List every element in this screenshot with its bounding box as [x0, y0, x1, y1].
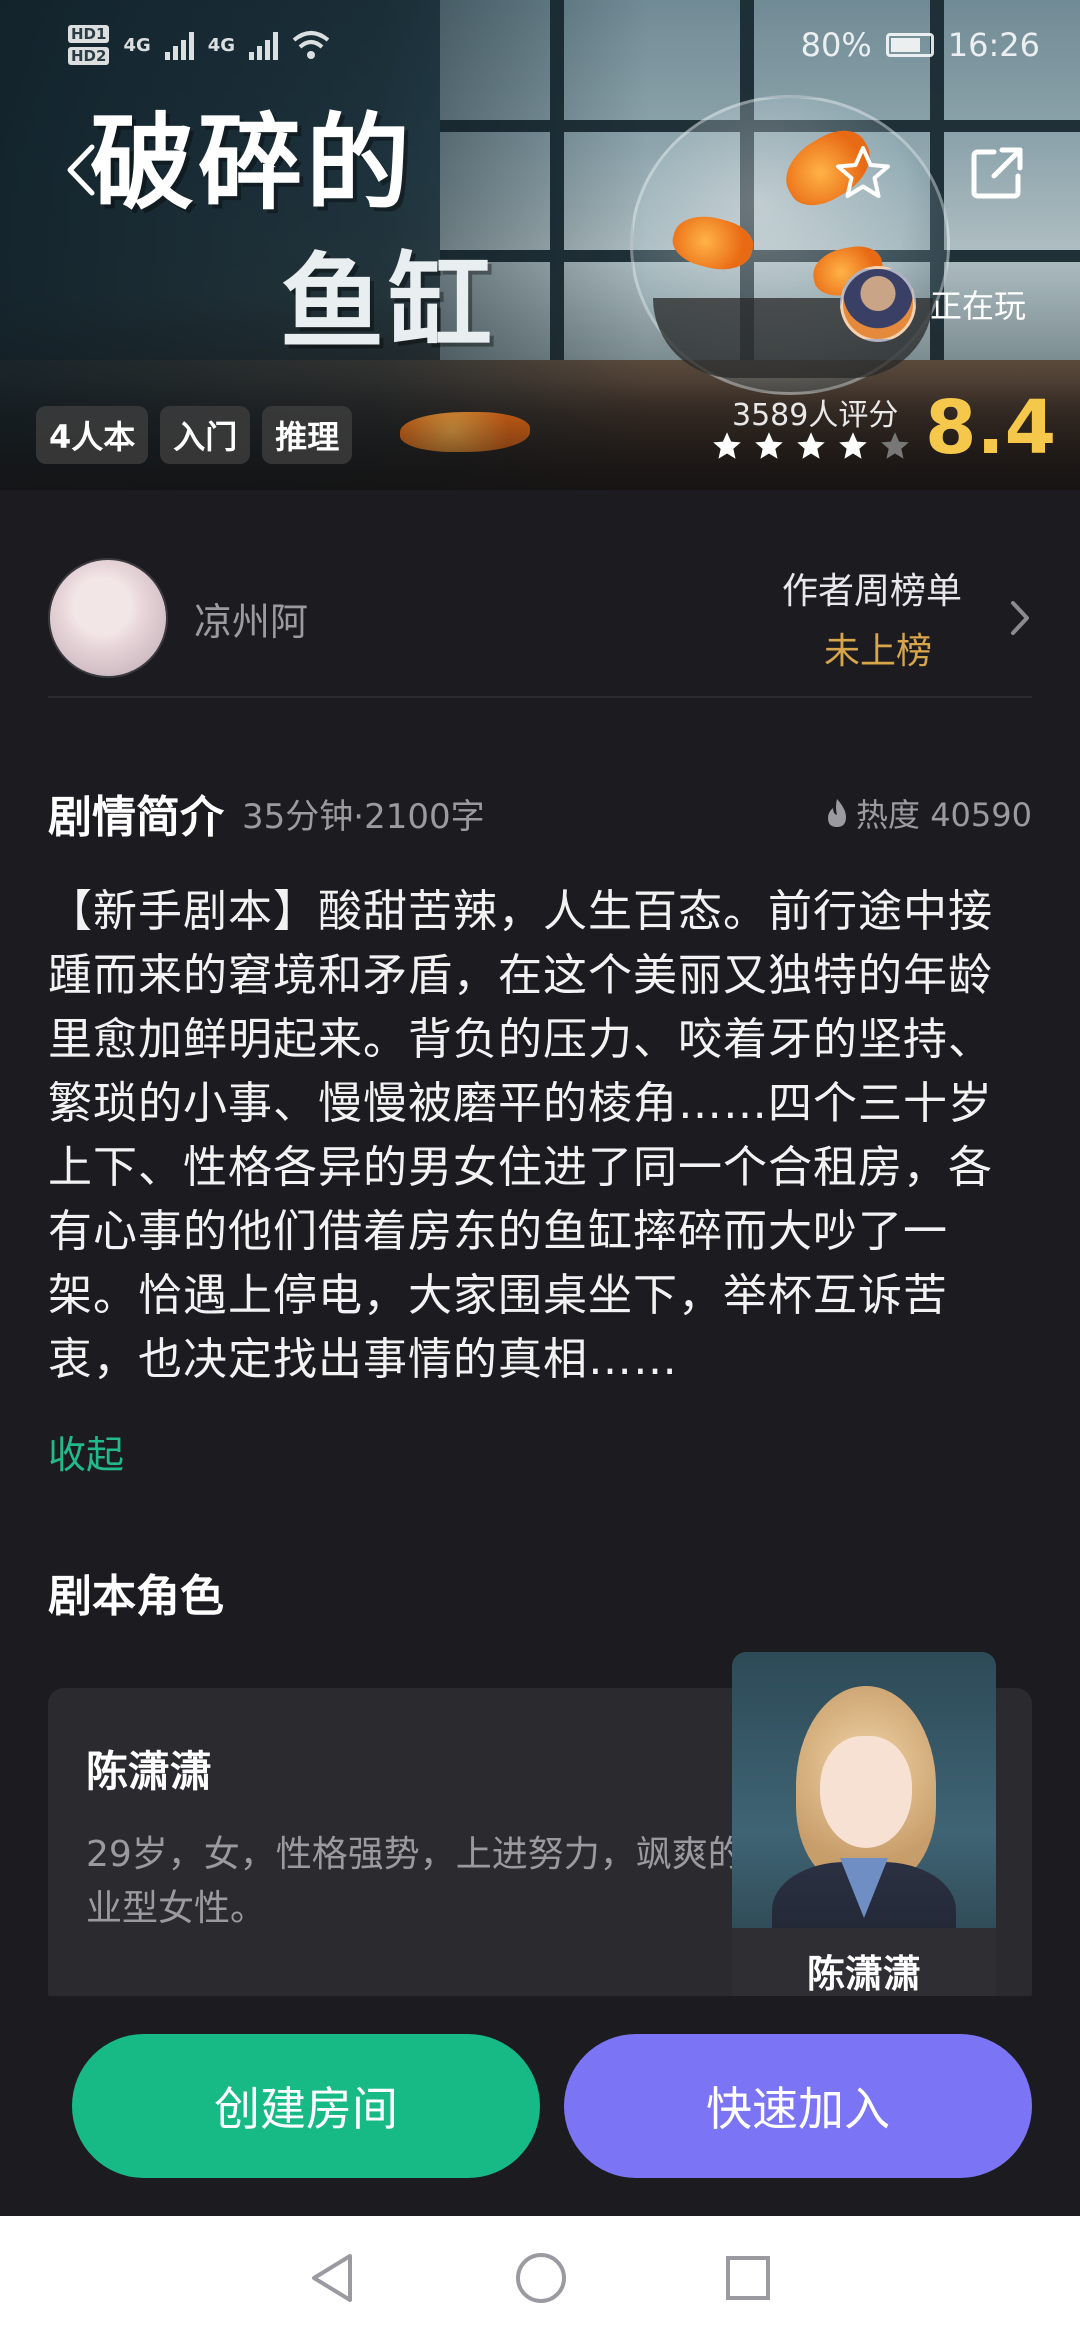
title-line-1: 破碎的 [90, 102, 415, 224]
weekly-rank-title: 作者周榜单 [781, 571, 962, 612]
roles-title: 剧本角色 [48, 1571, 224, 1622]
script-tags: 4人本 入门 推理 [36, 406, 353, 464]
heat-indicator: 热度 40590 [824, 790, 1032, 836]
rating-stars [710, 430, 912, 462]
share-button[interactable] [962, 138, 1032, 208]
back-button[interactable] [56, 140, 106, 200]
chevron-left-icon [67, 144, 95, 196]
script-detail-page: HD1 HD2 4G 4G 80% 16:26 破碎的 鱼缸 正在玩 4人本 入… [0, 0, 1080, 2340]
tag-genre: 推理 [262, 406, 353, 464]
author-name[interactable]: 凉州阿 [194, 591, 308, 646]
rating-count: 3589人评分 [732, 398, 899, 433]
role-name: 陈潇潇 [86, 1747, 213, 1796]
nav-home-icon[interactable] [514, 2251, 568, 2305]
synopsis-title: 剧情简介 [48, 792, 224, 843]
role-description: 29岁，女，性格强势，上进努力，飒爽的事业型女性。 [86, 1834, 780, 1929]
star-filled-icon [839, 432, 867, 459]
rating-score: 8.4 [925, 385, 1057, 471]
network-type-1: 4G [123, 34, 151, 56]
star-outline-icon [836, 146, 890, 198]
tag-difficulty: 入门 [160, 406, 251, 464]
signal-icon [249, 30, 279, 60]
favorite-button[interactable] [828, 138, 898, 208]
now-playing-label: 正在玩 [930, 287, 1027, 325]
synopsis-text: 【新手剧本】酸甜苦辣，人生百态。前行途中接踵而来的窘境和矛盾，在这个美丽又独特的… [48, 886, 993, 1385]
title-line-2: 鱼缸 [280, 242, 497, 364]
chevron-right-icon[interactable] [1008, 598, 1032, 638]
tag-player-count: 4人本 [36, 406, 149, 464]
flame-icon [828, 799, 847, 827]
collapse-link[interactable]: 收起 [48, 1424, 124, 1479]
share-icon [971, 147, 1023, 199]
star-empty-icon [881, 432, 909, 459]
clock: 16:26 [947, 26, 1040, 64]
battery-percent: 80% [800, 26, 872, 64]
star-filled-icon [755, 432, 783, 459]
nav-back-icon[interactable] [308, 2252, 358, 2304]
weekly-rank-value: 未上榜 [823, 631, 932, 672]
system-navigation-bar [0, 2216, 1080, 2340]
author-weekly-rank[interactable]: 作者周榜单 未上榜 [782, 562, 962, 674]
wifi-icon [292, 31, 330, 59]
nav-recents-icon[interactable] [724, 2254, 772, 2302]
synopsis-header: 剧情简介 35分钟·2100字 热度 40590 [48, 778, 1032, 848]
network-type-2: 4G [207, 34, 236, 56]
script-title-art: 破碎的 鱼缸 [90, 78, 510, 364]
fishbowl-illustration [630, 95, 950, 395]
status-bar: HD1 HD2 4G 4G 80% 16:26 [0, 0, 1080, 90]
heat-value: 热度 40590 [856, 796, 1032, 834]
author-avatar[interactable] [48, 558, 168, 678]
bottom-action-bar: 创建房间 快速加入 [0, 1996, 1080, 2216]
now-playing-chip[interactable]: 正在玩 [840, 272, 1050, 336]
hero-banner: HD1 HD2 4G 4G 80% 16:26 破碎的 鱼缸 正在玩 4人本 入… [0, 0, 1080, 490]
role-portrait[interactable]: 陈潇潇 [732, 1652, 996, 2012]
signal-icon [164, 30, 194, 60]
synopsis-meta: 35分钟·2100字 [242, 796, 485, 837]
star-filled-icon [797, 432, 825, 459]
quick-join-button[interactable]: 快速加入 [564, 2034, 1032, 2178]
battery-icon [885, 33, 934, 57]
hd-icon: HD1 HD2 [68, 25, 110, 65]
star-filled-icon [713, 432, 741, 459]
create-room-button[interactable]: 创建房间 [72, 2034, 540, 2178]
author-row: 凉州阿 作者周榜单 未上榜 [48, 540, 1032, 698]
